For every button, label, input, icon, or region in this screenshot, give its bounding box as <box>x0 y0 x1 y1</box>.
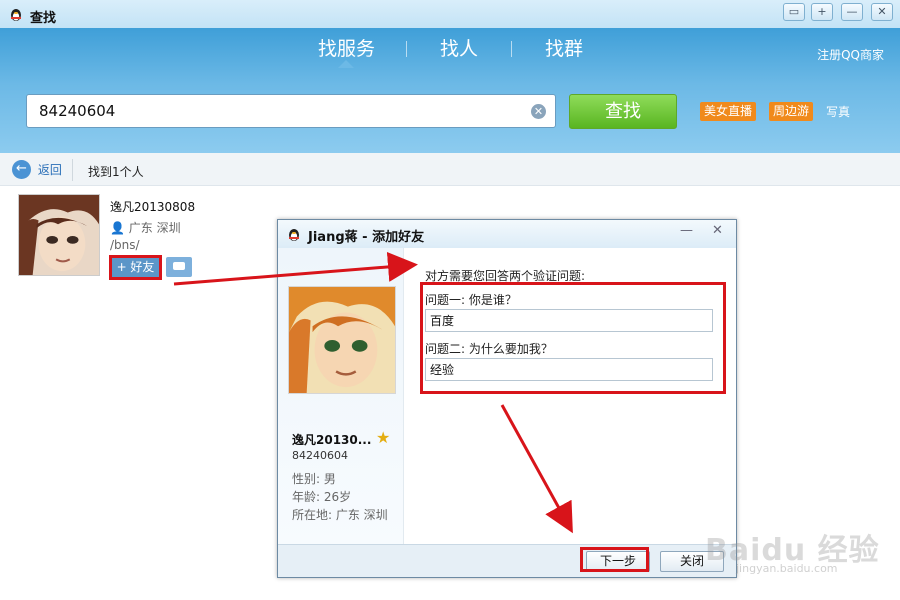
dialog-title: Jiang蒋 - 添加好友 <box>308 230 425 245</box>
result-location: 广东 深圳 <box>128 221 181 235</box>
tab-separator <box>511 41 512 57</box>
register-business-link[interactable]: 注册QQ商家 <box>817 46 884 63</box>
star-icon: ★ <box>376 428 391 447</box>
annotation-highlight-add-button <box>109 255 162 280</box>
search-button[interactable]: 查找 <box>569 94 677 129</box>
profile-qq-number: 84240604 <box>292 449 348 462</box>
tag-photo[interactable]: 写真 <box>826 103 850 120</box>
dialog-footer: 下一步 关闭 <box>278 544 736 577</box>
active-tab-caret <box>338 60 354 68</box>
profile-gender: 性别: 男 <box>292 472 336 486</box>
tab-find-people[interactable]: 找人 <box>440 34 478 61</box>
chat-bubble-icon <box>173 262 185 270</box>
annotation-highlight-next <box>580 547 649 572</box>
minimize-button[interactable]: — <box>841 3 863 21</box>
qq-penguin-icon <box>289 229 299 241</box>
message-icon[interactable]: ▭ <box>783 3 805 21</box>
annotation-highlight-questions <box>420 282 726 394</box>
tab-find-group[interactable]: 找群 <box>545 34 583 61</box>
baidu-watermark-url: jingyan.baidu.com <box>736 562 838 575</box>
add-friend-dialog: Jiang蒋 - 添加好友 — ✕ 逸凡20130... ★ 84240604 … <box>277 219 737 578</box>
title-bar: 查找 ▭ + — ✕ <box>0 0 900 28</box>
search-input[interactable] <box>39 102 519 120</box>
divider <box>72 159 73 181</box>
results-count: 找到1个人 <box>88 165 144 179</box>
result-signature: /bns/ <box>110 238 140 252</box>
profile-age: 年龄: 26岁 <box>292 490 352 504</box>
profile-location: 所在地: 广东 深圳 <box>292 508 388 522</box>
back-label: 返回 <box>37 163 62 177</box>
search-box[interactable]: ✕ <box>26 94 556 128</box>
clear-search-icon[interactable]: ✕ <box>531 104 546 119</box>
qq-penguin-icon <box>11 9 21 21</box>
dialog-title-bar: Jiang蒋 - 添加好友 — ✕ <box>278 220 736 248</box>
profile-avatar <box>288 286 396 394</box>
window-title: 查找 <box>30 11 57 26</box>
close-button[interactable]: ✕ <box>871 3 893 21</box>
profile-nickname: 逸凡20130... <box>292 433 372 447</box>
tab-bar: 找服务 找人 找群 注册QQ商家 <box>0 32 900 66</box>
search-header: 找服务 找人 找群 注册QQ商家 ✕ 查找 美女直播 周边游 写真 <box>0 28 900 153</box>
profile-panel: 逸凡20130... ★ 84240604 性别: 男 年龄: 26岁 所在地:… <box>278 248 404 544</box>
tag-live-stream[interactable]: 美女直播 <box>700 102 757 121</box>
send-message-button[interactable] <box>166 257 192 277</box>
results-bar: ← 返回 找到1个人 <box>0 153 900 186</box>
user-icon: 👤 <box>110 221 125 235</box>
dialog-close-button[interactable]: ✕ <box>712 223 723 238</box>
dialog-minimize-button[interactable]: — <box>680 223 693 238</box>
add-icon[interactable]: + <box>811 3 833 21</box>
result-location-row: 👤 广东 深圳 <box>110 219 181 236</box>
tab-separator <box>406 41 407 57</box>
back-button[interactable]: ← 返回 <box>12 160 62 180</box>
result-name[interactable]: 逸凡20130808 <box>110 198 195 215</box>
tab-find-service[interactable]: 找服务 <box>318 34 375 61</box>
back-arrow-icon: ← <box>12 160 31 179</box>
result-avatar[interactable] <box>18 194 100 276</box>
tag-nearby-travel[interactable]: 周边游 <box>769 102 814 121</box>
